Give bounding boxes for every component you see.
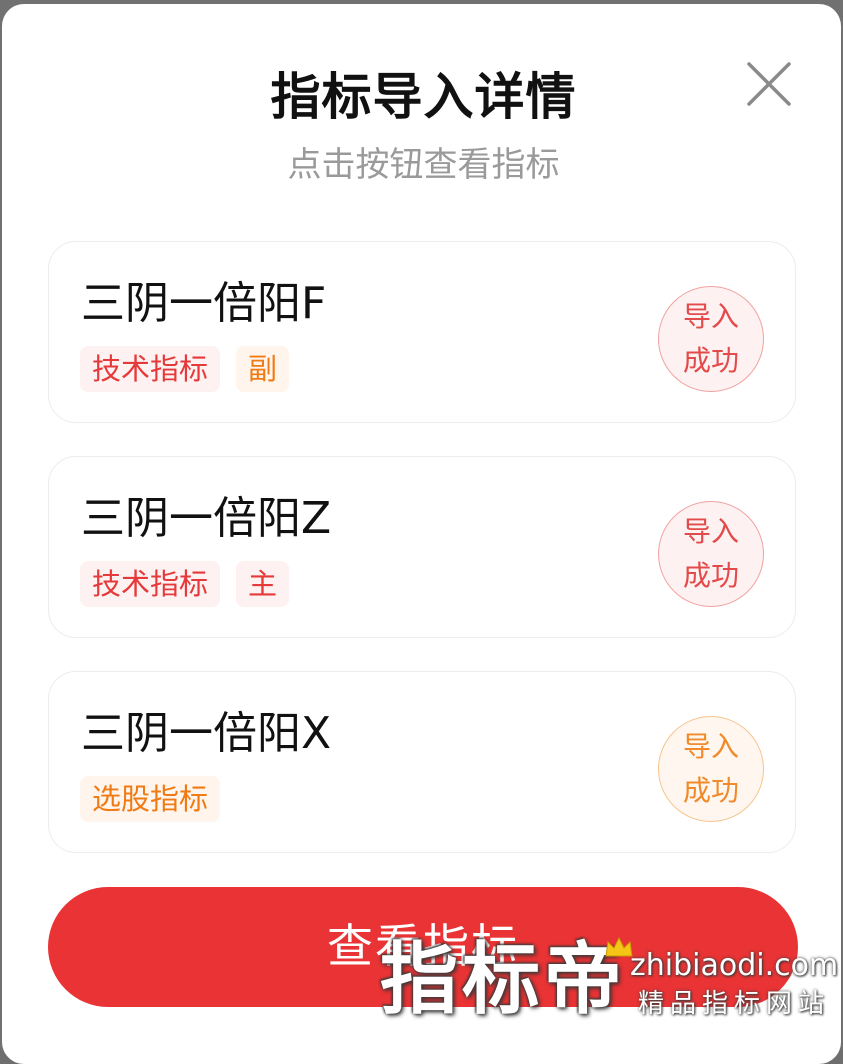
indicator-card[interactable]: 三阴一倍阳Z 技术指标 主 导入 成功 [48,456,796,638]
import-status-badge: 导入 成功 [658,501,764,607]
status-line-1: 导入 [682,515,739,548]
import-status-badge: 导入 成功 [658,716,764,822]
dialog-subtitle: 点击按钮查看指标 [287,145,560,185]
status-line-2: 成功 [682,774,739,807]
tag-type: 副 [236,346,290,392]
status-line-2: 成功 [682,344,739,377]
tag-category: 技术指标 [80,346,221,392]
import-detail-dialog: 指标导入详情 点击按钮查看指标 三阴一倍阳F 技术指标 副 导入 成功 三阴一倍… [2,4,841,1064]
status-line-2: 成功 [682,559,739,592]
status-line-1: 导入 [682,300,739,333]
tag-category: 技术指标 [80,561,221,607]
tag-type: 主 [236,561,290,607]
indicator-tags: 技术指标 副 [80,346,290,392]
tag-category: 选股指标 [80,776,221,822]
status-line-1: 导入 [682,730,739,763]
indicator-card[interactable]: 三阴一倍阳F 技术指标 副 导入 成功 [48,241,796,423]
indicator-card[interactable]: 三阴一倍阳X 选股指标 导入 成功 [48,671,796,853]
import-status-badge: 导入 成功 [658,286,764,392]
indicator-tags: 选股指标 [80,776,221,822]
indicator-name: 三阴一倍阳X [81,708,332,759]
view-indicators-button[interactable]: 查看指标 [48,887,798,1007]
indicator-name: 三阴一倍阳F [81,278,327,329]
indicator-tags: 技术指标 主 [80,561,290,607]
indicator-name: 三阴一倍阳Z [81,493,332,544]
dialog-title: 指标导入详情 [270,68,577,126]
